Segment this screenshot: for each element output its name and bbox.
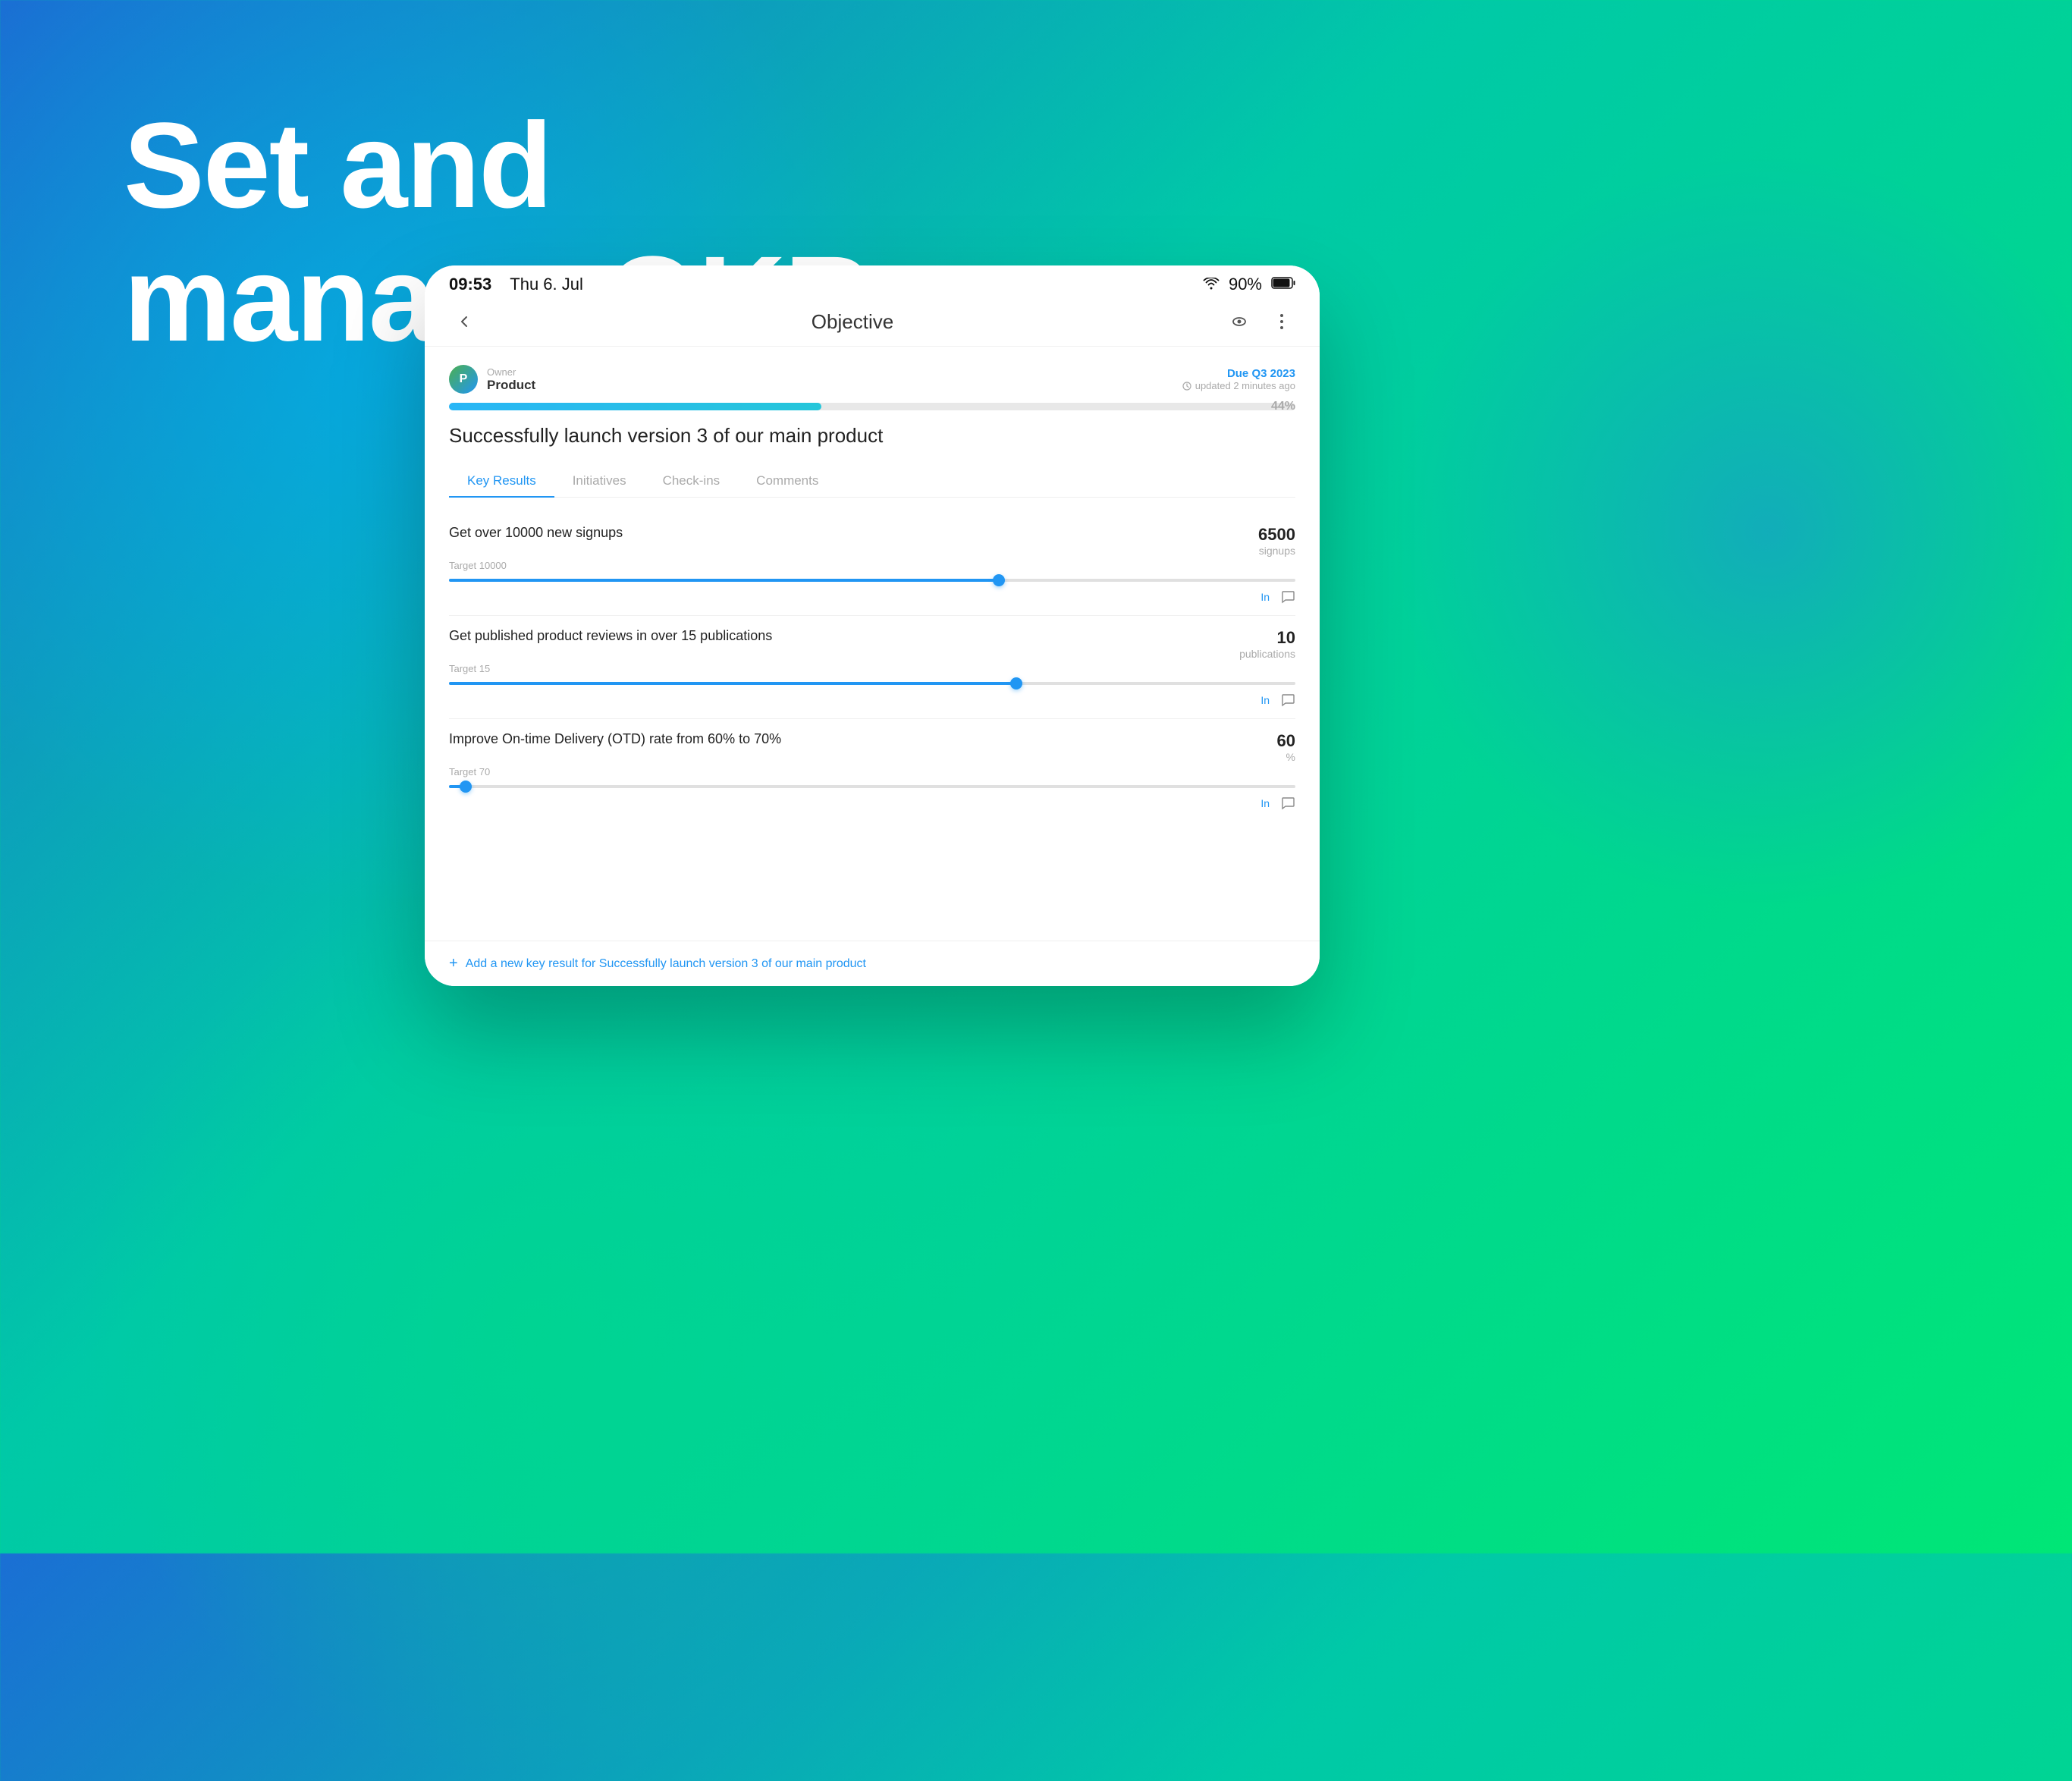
status-time: 09:53 bbox=[449, 275, 491, 294]
kr-target-2: Target 15 bbox=[449, 663, 1295, 674]
kr-comment-btn-2[interactable] bbox=[1280, 693, 1295, 708]
progress-bar bbox=[449, 403, 1295, 410]
kr-title-1: Get over 10000 new signups bbox=[449, 525, 1243, 541]
kr-slider-3[interactable] bbox=[449, 785, 1295, 788]
progress-percent: 44% bbox=[1271, 400, 1295, 413]
kr-track-2 bbox=[449, 682, 1295, 685]
kr-thumb-3[interactable] bbox=[460, 781, 472, 793]
back-button[interactable] bbox=[449, 306, 479, 337]
kr-target-1: Target 10000 bbox=[449, 560, 1295, 571]
updated-text: updated 2 minutes ago bbox=[1195, 380, 1295, 391]
kr-header-1: Get over 10000 new signups 6500 signups bbox=[449, 525, 1295, 557]
kr-value-2: 10 publications bbox=[1239, 628, 1295, 660]
kr-unit-1: signups bbox=[1258, 545, 1295, 557]
kr-value-3: 60 % bbox=[1277, 731, 1295, 763]
kr-target-3: Target 70 bbox=[449, 766, 1295, 777]
objective-title: Successfully launch version 3 of our mai… bbox=[449, 424, 1295, 448]
kr-checkin-btn-2[interactable]: In bbox=[1260, 694, 1270, 706]
kr-checkin-btn-1[interactable]: In bbox=[1260, 591, 1270, 603]
kr-value-1: 6500 signups bbox=[1258, 525, 1295, 557]
more-button[interactable] bbox=[1268, 308, 1295, 335]
kr-comment-btn-1[interactable] bbox=[1280, 589, 1295, 605]
kr-unit-2: publications bbox=[1239, 648, 1295, 660]
kr-item-1: Get over 10000 new signups 6500 signups … bbox=[449, 513, 1295, 616]
kr-track-1 bbox=[449, 579, 1295, 582]
updated-info: updated 2 minutes ago bbox=[1182, 380, 1295, 391]
kr-thumb-2[interactable] bbox=[1010, 677, 1022, 689]
kr-thumb-1[interactable] bbox=[993, 574, 1005, 586]
tab-comments[interactable]: Comments bbox=[738, 466, 837, 498]
status-date: Thu 6. Jul bbox=[510, 275, 583, 294]
kr-value-number-1: 6500 bbox=[1258, 525, 1295, 545]
due-info: Due Q3 2023 updated 2 minutes ago bbox=[1182, 367, 1295, 391]
kr-slider-1[interactable] bbox=[449, 579, 1295, 582]
owner-name: Product bbox=[487, 378, 535, 393]
battery-percent: 90% bbox=[1229, 275, 1262, 294]
kr-track-3 bbox=[449, 785, 1295, 788]
kr-title-3: Improve On-time Delivery (OTD) rate from… bbox=[449, 731, 1262, 747]
battery-icon bbox=[1271, 276, 1295, 294]
add-kr-text[interactable]: Add a new key result for Successfully la… bbox=[466, 957, 866, 971]
device-frame: 09:53 Thu 6. Jul 90% bbox=[425, 265, 1320, 986]
kr-header-3: Improve On-time Delivery (OTD) rate from… bbox=[449, 731, 1295, 763]
progress-fill bbox=[449, 403, 821, 410]
owner-details: Owner Product bbox=[487, 366, 535, 393]
kr-unit-3: % bbox=[1277, 751, 1295, 763]
owner-row: P Owner Product Due Q3 2023 updated 2 mi… bbox=[449, 365, 1295, 394]
kr-comment-btn-3[interactable] bbox=[1280, 796, 1295, 811]
kr-item-2: Get published product reviews in over 15… bbox=[449, 616, 1295, 719]
avatar: P bbox=[449, 365, 478, 394]
kr-actions-3: In bbox=[449, 796, 1295, 815]
hero-line1: Set and bbox=[124, 99, 937, 232]
page-title: Objective bbox=[812, 310, 893, 334]
app-bar-actions bbox=[1226, 308, 1295, 335]
status-bar: 09:53 Thu 6. Jul 90% bbox=[425, 265, 1320, 300]
kr-value-number-2: 10 bbox=[1239, 628, 1295, 648]
tab-check-ins[interactable]: Check-ins bbox=[645, 466, 739, 498]
kr-slider-2[interactable] bbox=[449, 682, 1295, 685]
kr-actions-2: In bbox=[449, 693, 1295, 712]
kr-item-3: Improve On-time Delivery (OTD) rate from… bbox=[449, 719, 1295, 821]
add-kr-bar[interactable]: + Add a new key result for Successfully … bbox=[425, 941, 1320, 986]
add-icon: + bbox=[449, 955, 458, 972]
kr-title-2: Get published product reviews in over 15… bbox=[449, 628, 1224, 644]
owner-label: Owner bbox=[487, 366, 535, 378]
tab-key-results[interactable]: Key Results bbox=[449, 466, 554, 498]
progress-container: 44% bbox=[449, 403, 1295, 410]
status-icons: 90% bbox=[1203, 275, 1295, 294]
kr-fill-2 bbox=[449, 682, 1016, 685]
owner-info: P Owner Product bbox=[449, 365, 535, 394]
app-bar: Objective bbox=[425, 300, 1320, 347]
content-area: P Owner Product Due Q3 2023 updated 2 mi… bbox=[425, 347, 1320, 941]
kr-checkin-btn-3[interactable]: In bbox=[1260, 797, 1270, 809]
kr-actions-1: In bbox=[449, 589, 1295, 609]
wifi-icon bbox=[1203, 275, 1220, 294]
eye-button[interactable] bbox=[1226, 308, 1253, 335]
kr-header-2: Get published product reviews in over 15… bbox=[449, 628, 1295, 660]
due-date: Due Q3 2023 bbox=[1182, 367, 1295, 380]
kr-value-number-3: 60 bbox=[1277, 731, 1295, 751]
tabs-row: Key Results Initiatives Check-ins Commen… bbox=[449, 466, 1295, 498]
tab-initiatives[interactable]: Initiatives bbox=[554, 466, 645, 498]
kr-fill-1 bbox=[449, 579, 999, 582]
